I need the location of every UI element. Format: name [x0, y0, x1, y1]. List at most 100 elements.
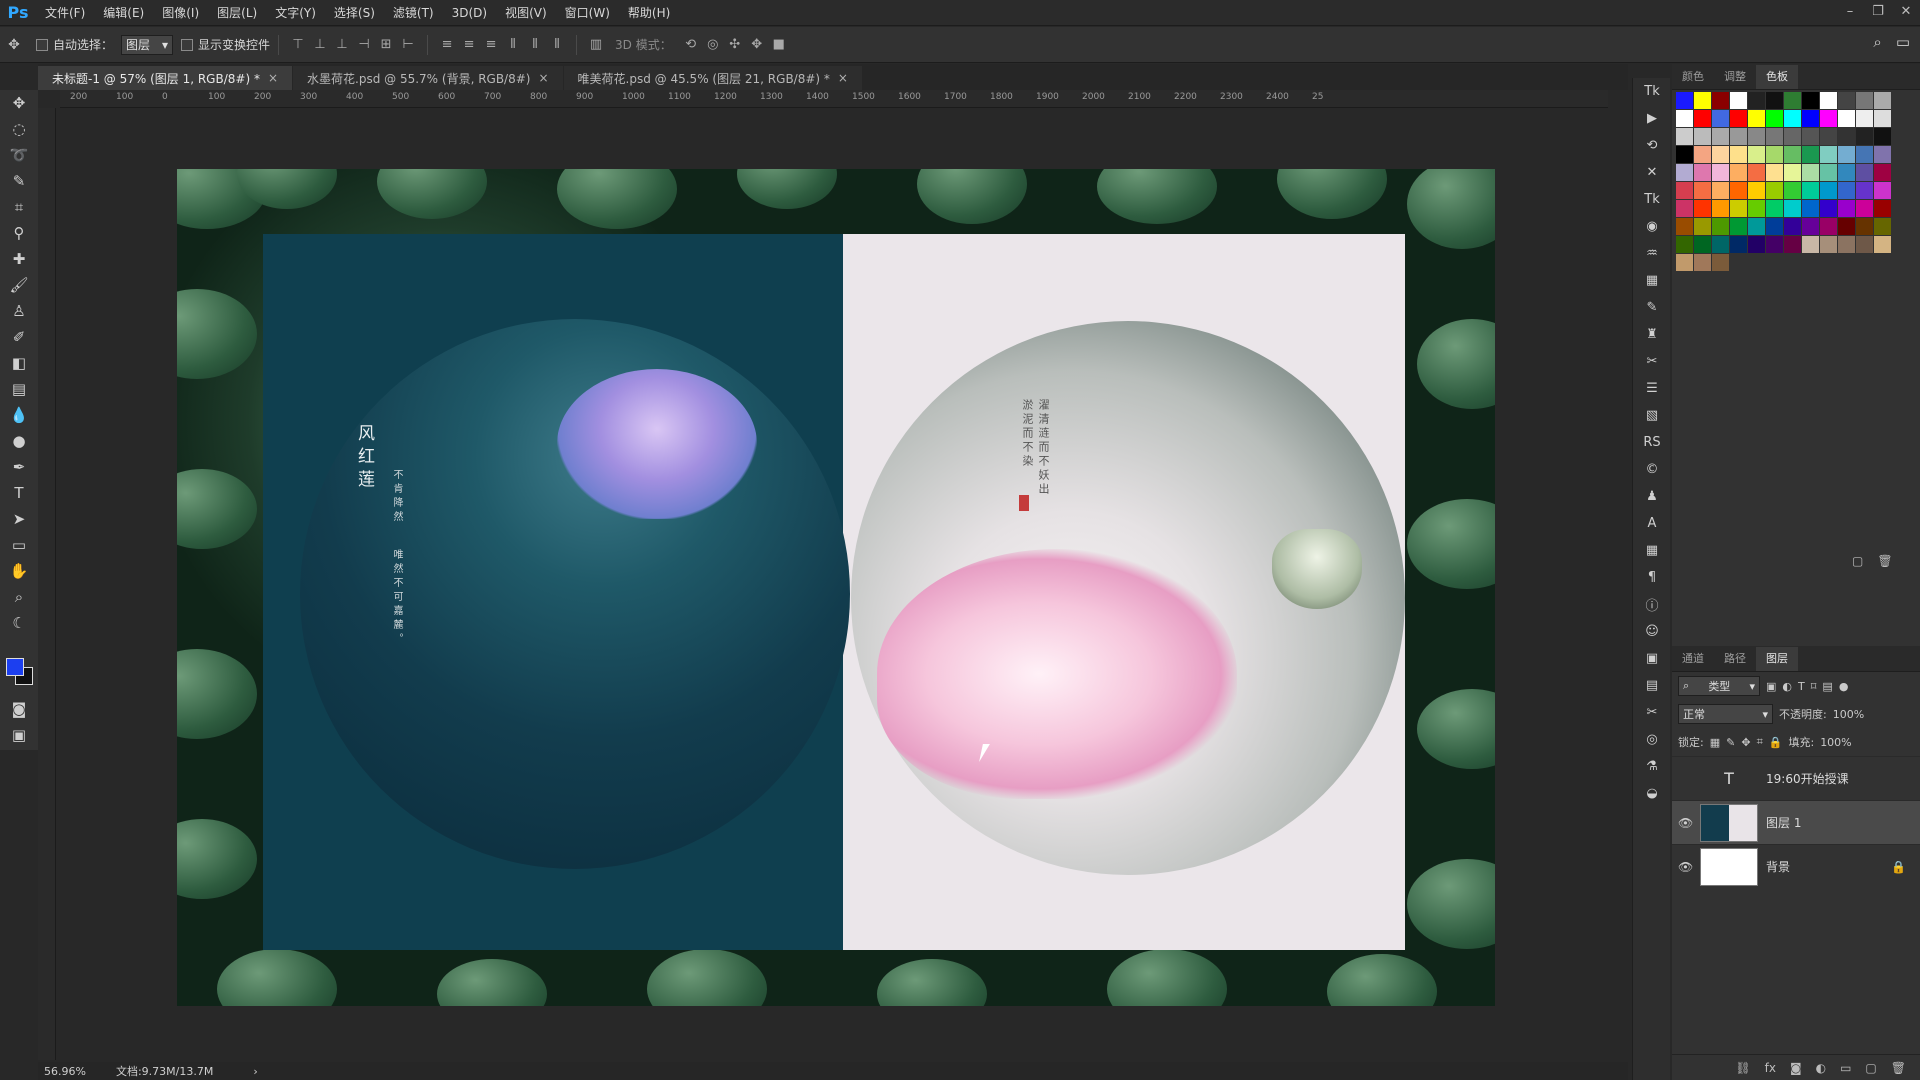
color-swatch[interactable] [1802, 146, 1819, 163]
color-swatch[interactable] [1748, 218, 1765, 235]
color-swatch[interactable] [1766, 200, 1783, 217]
distribute-vcenter-icon[interactable]: ≡ [458, 34, 480, 56]
color-swatch[interactable] [1766, 146, 1783, 163]
history-brush-icon[interactable]: ✐ [0, 324, 38, 350]
color-swatch[interactable] [1676, 110, 1693, 127]
color-swatch[interactable] [1748, 128, 1765, 145]
distribute-bottom-icon[interactable]: ≡ [480, 34, 502, 56]
layer-row-text[interactable]: T 19:60开始授课 [1672, 756, 1920, 800]
color-swatch[interactable] [1856, 164, 1873, 181]
search-icon[interactable]: ⌕ [1873, 33, 1881, 51]
foreground-color-swatch[interactable] [6, 658, 24, 676]
align-left-icon[interactable]: ⊣ [353, 34, 375, 56]
filter-smart-icon[interactable]: ▤ [1822, 680, 1832, 693]
color-swatch[interactable] [1838, 200, 1855, 217]
flask-icon[interactable]: ⚗ [1633, 753, 1671, 780]
zoom-tool-icon[interactable]: ⌕ [0, 584, 38, 610]
distribute-right-icon[interactable]: ⦀ [546, 34, 568, 56]
color-wheel-icon[interactable]: ◉ [1633, 213, 1671, 240]
pen-tool-icon[interactable]: ✒ [0, 454, 38, 480]
color-swatch[interactable] [1676, 128, 1693, 145]
color-swatch[interactable] [1820, 92, 1837, 109]
color-swatch[interactable] [1694, 128, 1711, 145]
color-swatch[interactable] [1712, 218, 1729, 235]
color-swatch[interactable] [1802, 92, 1819, 109]
workspace-icon[interactable]: ▭ [1896, 33, 1910, 51]
color-swatch[interactable] [1676, 254, 1693, 271]
filter-toggle-icon[interactable]: ● [1839, 680, 1849, 693]
adjustment-icon[interactable]: ◐ [1816, 1061, 1826, 1075]
slide-3d-icon[interactable]: ✥ [746, 34, 768, 56]
color-swatch[interactable] [1820, 200, 1837, 217]
menu-item[interactable]: 文字(Y) [266, 0, 325, 26]
rs-plugin-icon[interactable]: RS [1633, 429, 1671, 456]
restore-button[interactable]: ❐ [1864, 0, 1892, 26]
crop-tool-icon[interactable]: ⌗ [0, 194, 38, 220]
color-swatch[interactable] [1766, 92, 1783, 109]
tab-layers[interactable]: 图层 [1756, 647, 1798, 671]
color-swatch[interactable] [1838, 146, 1855, 163]
color-swatch[interactable] [1820, 110, 1837, 127]
zoom-level[interactable]: 56.96% [44, 1065, 86, 1078]
color-swatch[interactable] [1874, 146, 1891, 163]
color-swatch[interactable] [1730, 236, 1747, 253]
color-swatch[interactable] [1784, 92, 1801, 109]
doc-tab-3[interactable]: 唯美荷花.psd @ 45.5% (图层 21, RGB/8#) * × [563, 66, 862, 90]
show-transform-checkbox[interactable] [181, 38, 194, 51]
blur-tool-icon[interactable]: 💧 [0, 402, 38, 428]
color-swatch[interactable] [1874, 200, 1891, 217]
new-swatch-icon[interactable]: ▢ [1852, 554, 1863, 568]
tab-color[interactable]: 颜色 [1672, 65, 1714, 89]
color-swatch[interactable] [1712, 92, 1729, 109]
color-swatch[interactable] [1784, 164, 1801, 181]
close-icon[interactable]: × [538, 71, 548, 85]
auto-align-icon[interactable]: ▥ [585, 34, 607, 56]
gradient-tool-icon[interactable]: ▤ [0, 376, 38, 402]
menu-item[interactable]: 3D(D) [443, 0, 496, 26]
color-swatch[interactable] [1820, 182, 1837, 199]
color-swatch[interactable] [1874, 92, 1891, 109]
color-swatch[interactable] [1712, 164, 1729, 181]
lock-all-icon[interactable]: 🔒 [1769, 736, 1783, 749]
color-swatch[interactable] [1874, 110, 1891, 127]
tab-swatches[interactable]: 色板 [1756, 65, 1798, 89]
color-swatch[interactable] [1694, 146, 1711, 163]
color-swatch[interactable] [1676, 92, 1693, 109]
document-icon[interactable]: ▤ [1633, 672, 1671, 699]
link-icon[interactable]: ⛓ [1735, 1061, 1750, 1075]
color-swatch[interactable] [1766, 182, 1783, 199]
color-swatch[interactable] [1856, 92, 1873, 109]
character-icon[interactable]: A [1633, 510, 1671, 537]
copyright-icon[interactable]: © [1633, 456, 1671, 483]
color-swatch[interactable] [1694, 110, 1711, 127]
notes-icon[interactable]: ✎ [1633, 294, 1671, 321]
color-swatch[interactable] [1856, 128, 1873, 145]
color-swatch[interactable] [1820, 128, 1837, 145]
color-swatch[interactable] [1784, 110, 1801, 127]
align-bottom-icon[interactable]: ⊥ [331, 34, 353, 56]
color-swatch[interactable] [1748, 236, 1765, 253]
color-swatch[interactable] [1784, 200, 1801, 217]
clone-source-icon[interactable]: ▦ [1633, 267, 1671, 294]
color-swatch[interactable] [1730, 218, 1747, 235]
menu-item[interactable]: 编辑(E) [94, 0, 153, 26]
banana-icon[interactable]: ☾ [0, 610, 38, 636]
menu-item[interactable]: 图像(I) [153, 0, 208, 26]
color-swatch[interactable] [1712, 236, 1729, 253]
color-swatch[interactable] [1694, 182, 1711, 199]
filter-shape-icon[interactable]: ⌑ [1811, 680, 1817, 693]
type-tool-icon[interactable]: T [0, 480, 38, 506]
menu-item[interactable]: 图层(L) [208, 0, 266, 26]
hand-tool-icon[interactable]: ✋ [0, 558, 38, 584]
healing-tool-icon[interactable]: ✚ [0, 246, 38, 272]
fill-value[interactable]: 100% [1820, 736, 1851, 749]
blend-mode-dropdown[interactable]: 正常 ▾ [1678, 704, 1773, 724]
filter-adjust-icon[interactable]: ◐ [1782, 680, 1792, 693]
brush-tool-icon[interactable]: 🖌 [0, 272, 38, 298]
color-swatch[interactable] [1694, 254, 1711, 271]
color-swatch[interactable] [1802, 110, 1819, 127]
lock-transparent-icon[interactable]: ▦ [1710, 736, 1720, 749]
color-swatch[interactable] [1820, 218, 1837, 235]
color-swatch[interactable] [1730, 110, 1747, 127]
color-swatch[interactable] [1748, 182, 1765, 199]
